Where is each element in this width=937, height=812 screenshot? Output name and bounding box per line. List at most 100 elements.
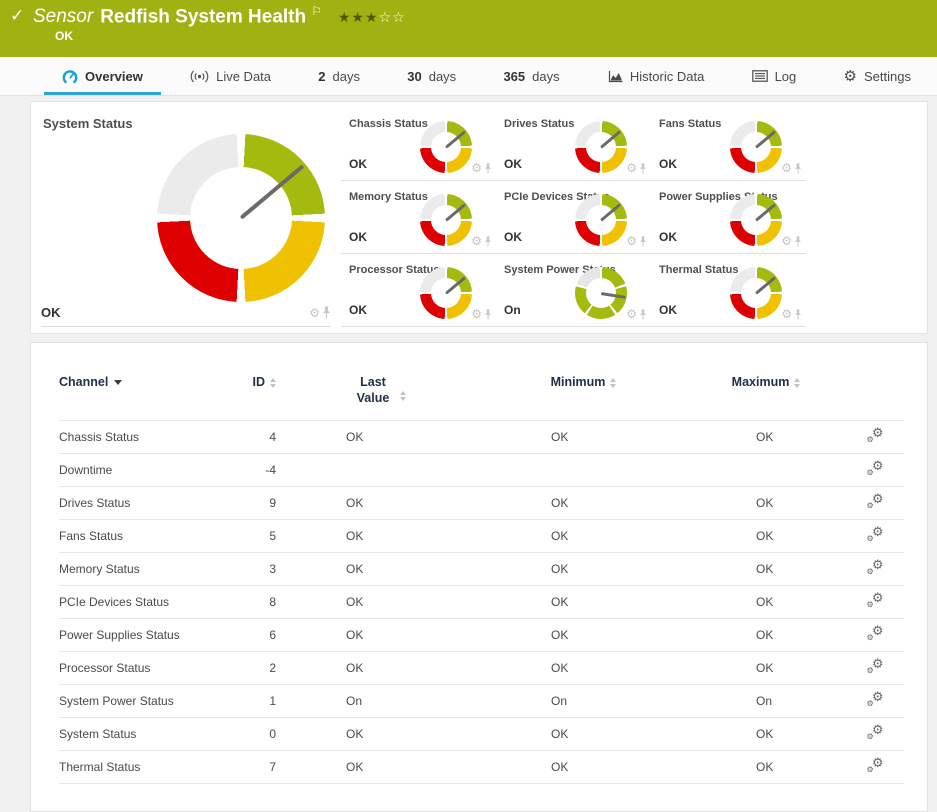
column-label: Maximum [732, 375, 790, 389]
tab-label: days [333, 69, 360, 84]
tab-label: Settings [864, 69, 911, 84]
channel-name[interactable]: System Power Status [59, 685, 244, 718]
tab-live-data[interactable]: Live Data [186, 57, 275, 95]
channel-settings-icon[interactable]: ⚙⚙ [867, 428, 884, 444]
gauge-needle [240, 165, 304, 220]
table-row[interactable]: Memory Status 3 OK OK OK ⚙⚙ [59, 553, 904, 586]
column-header-actions [846, 369, 904, 421]
channel-settings-icon[interactable]: ⚙⚙ [867, 593, 884, 609]
column-label: Last Value [351, 375, 395, 406]
table-row[interactable]: System Status 0 OK OK OK ⚙⚙ [59, 718, 904, 751]
channel-settings-icon[interactable]: ⚙⚙ [867, 626, 884, 642]
gear-icon[interactable]: ⚙ [626, 308, 637, 320]
pin-icon[interactable] [484, 163, 492, 174]
minimum-value: OK [481, 520, 686, 553]
table-row[interactable]: Downtime -4 ⚙⚙ [59, 454, 904, 487]
tile-memory-status: Memory Status OK ⚙ [341, 181, 496, 254]
gear-icon[interactable]: ⚙ [471, 235, 482, 247]
table-row[interactable]: Fans Status 5 OK OK OK ⚙⚙ [59, 520, 904, 553]
tile-drives-status: Drives Status OK ⚙ [496, 108, 651, 181]
table-row[interactable]: Power Supplies Status 6 OK OK OK ⚙⚙ [59, 619, 904, 652]
table-row[interactable]: System Power Status 1 On On On ⚙⚙ [59, 685, 904, 718]
tab-settings[interactable]: ⚙ Settings [840, 57, 915, 95]
channel-name[interactable]: Drives Status [59, 487, 244, 520]
table-row[interactable]: Chassis Status 4 OK OK OK ⚙⚙ [59, 421, 904, 454]
gear-icon: ⚙ [844, 67, 857, 85]
tab-365-days[interactable]: 365 days [499, 57, 563, 95]
channel-settings-icon[interactable]: ⚙⚙ [867, 758, 884, 774]
channel-name[interactable]: System Status [59, 718, 244, 751]
channel-name[interactable]: Chassis Status [59, 421, 244, 454]
pin-icon[interactable] [794, 163, 802, 174]
gear-icon[interactable]: ⚙ [781, 308, 792, 320]
flag-icon[interactable]: ⚐ [311, 4, 322, 18]
gauge-needle [755, 276, 776, 294]
priority-stars[interactable]: ★★★☆☆ [338, 9, 406, 25]
pcie-devices-status-gauge [575, 194, 627, 246]
channel-settings-icon[interactable]: ⚙⚙ [867, 560, 884, 576]
column-header-channel[interactable]: Channel [59, 369, 244, 421]
area-chart-icon [607, 70, 623, 83]
column-header-id[interactable]: ID [244, 369, 276, 421]
gauge-needle [445, 130, 466, 148]
channel-name[interactable]: Memory Status [59, 553, 244, 586]
channel-name[interactable]: Fans Status [59, 520, 244, 553]
column-header-maximum[interactable]: Maximum [686, 369, 846, 421]
gear-icon[interactable]: ⚙ [471, 162, 482, 174]
tab-overview[interactable]: Overview [58, 57, 147, 95]
tab-log[interactable]: Log [748, 57, 801, 95]
maximum-value: OK [686, 421, 846, 454]
column-label: Minimum [551, 375, 606, 389]
channel-name[interactable]: Processor Status [59, 652, 244, 685]
table-row[interactable]: Processor Status 2 OK OK OK ⚙⚙ [59, 652, 904, 685]
minimum-value: On [481, 685, 686, 718]
column-header-last-value[interactable]: Last Value [276, 369, 481, 421]
gauge-value: OK [349, 230, 367, 244]
channel-settings-icon[interactable]: ⚙⚙ [867, 527, 884, 543]
channel-name[interactable]: Downtime [59, 454, 244, 487]
column-header-minimum[interactable]: Minimum [481, 369, 686, 421]
pin-icon[interactable] [639, 163, 647, 174]
tab-value: 365 [503, 69, 525, 84]
channel-settings-icon[interactable]: ⚙⚙ [867, 725, 884, 741]
gear-icon[interactable]: ⚙ [471, 308, 482, 320]
pin-icon[interactable] [639, 309, 647, 320]
channel-settings-icon[interactable]: ⚙⚙ [867, 659, 884, 675]
tab-historic-data[interactable]: Historic Data [603, 57, 708, 95]
table-row[interactable]: Thermal Status 7 OK OK OK ⚙⚙ [59, 751, 904, 784]
fans-status-gauge [730, 121, 782, 173]
table-row[interactable]: PCIe Devices Status 8 OK OK OK ⚙⚙ [59, 586, 904, 619]
pin-icon[interactable] [794, 309, 802, 320]
channel-settings-icon[interactable]: ⚙⚙ [867, 692, 884, 708]
tab-label: days [532, 69, 559, 84]
last-value: OK [276, 553, 481, 586]
tab-30-days[interactable]: 30 days [403, 57, 460, 95]
channel-name[interactable]: PCIe Devices Status [59, 586, 244, 619]
pin-icon[interactable] [794, 236, 802, 247]
gauge-tile-grid: Chassis Status OK ⚙ Drives Status OK ⚙ F… [341, 108, 806, 333]
tile-fans-status: Fans Status OK ⚙ [651, 108, 806, 181]
table-row[interactable]: Drives Status 9 OK OK OK ⚙⚙ [59, 487, 904, 520]
gear-icon[interactable]: ⚙ [626, 162, 637, 174]
channel-name[interactable]: Power Supplies Status [59, 619, 244, 652]
channel-name[interactable]: Thermal Status [59, 751, 244, 784]
pin-icon[interactable] [484, 236, 492, 247]
gauge-value: OK [504, 230, 522, 244]
gauge-value: On [504, 303, 521, 317]
gear-icon[interactable]: ⚙ [781, 162, 792, 174]
channel-id: 9 [244, 487, 276, 520]
pin-icon[interactable] [639, 236, 647, 247]
channel-settings-icon[interactable]: ⚙⚙ [867, 461, 884, 477]
tab-2-days[interactable]: 2 days [314, 57, 364, 95]
pin-icon[interactable] [484, 309, 492, 320]
gauge-value: OK [659, 230, 677, 244]
gauge-value: OK [349, 303, 367, 317]
gauge-needle [445, 203, 466, 221]
gear-icon[interactable]: ⚙ [781, 235, 792, 247]
minimum-value: OK [481, 421, 686, 454]
gear-icon[interactable]: ⚙ [626, 235, 637, 247]
channel-settings-icon[interactable]: ⚙⚙ [867, 494, 884, 510]
log-list-icon [752, 70, 768, 82]
pin-icon[interactable] [322, 306, 331, 319]
gear-icon[interactable]: ⚙ [309, 307, 320, 319]
